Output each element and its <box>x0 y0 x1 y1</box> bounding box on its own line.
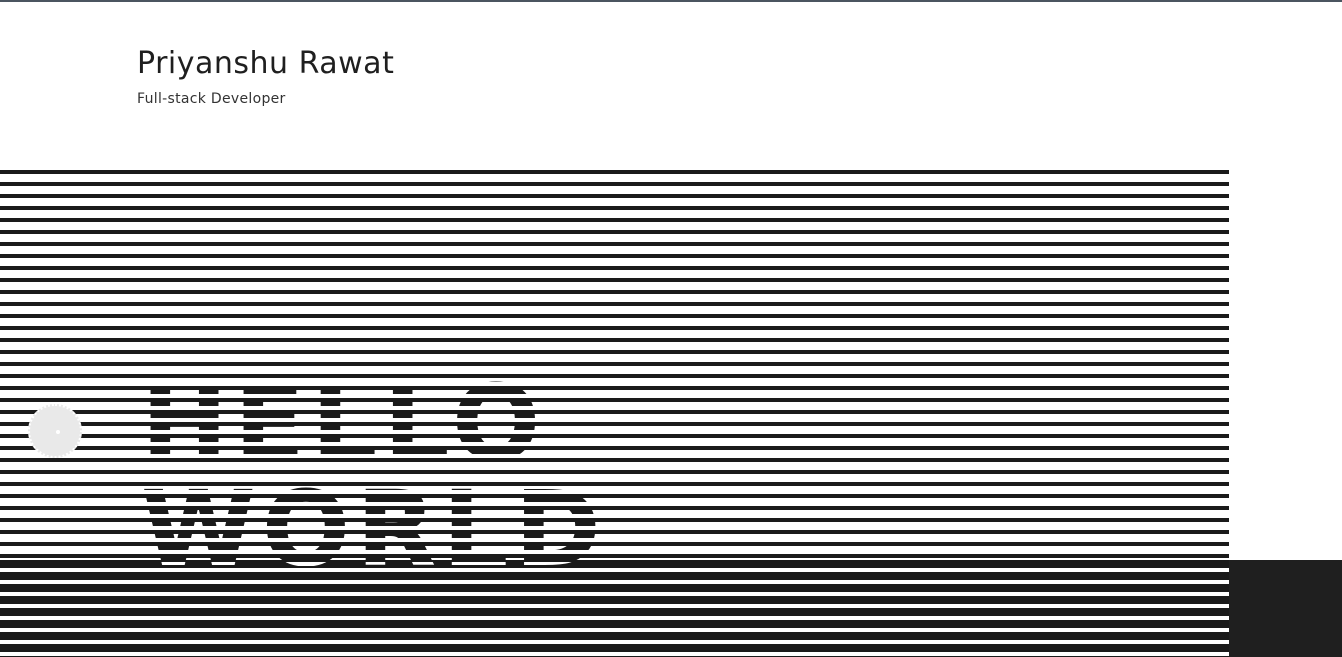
corner-block <box>1229 560 1342 657</box>
hero-line-1: HELLO <box>141 362 547 484</box>
hero-line-2: WORLD <box>141 468 607 590</box>
site-role: Full-stack Developer <box>137 91 286 107</box>
hero-striped-banner: HELLO WORLD <box>0 170 1229 657</box>
top-border <box>0 0 1342 2</box>
dial-dot <box>56 430 60 434</box>
site-name[interactable]: Priyanshu Rawat <box>137 44 394 84</box>
hero-headline: HELLO WORLD <box>141 370 607 582</box>
round-dial-icon[interactable] <box>28 404 82 458</box>
site-header: Priyanshu Rawat Full-stack Developer <box>137 44 394 108</box>
